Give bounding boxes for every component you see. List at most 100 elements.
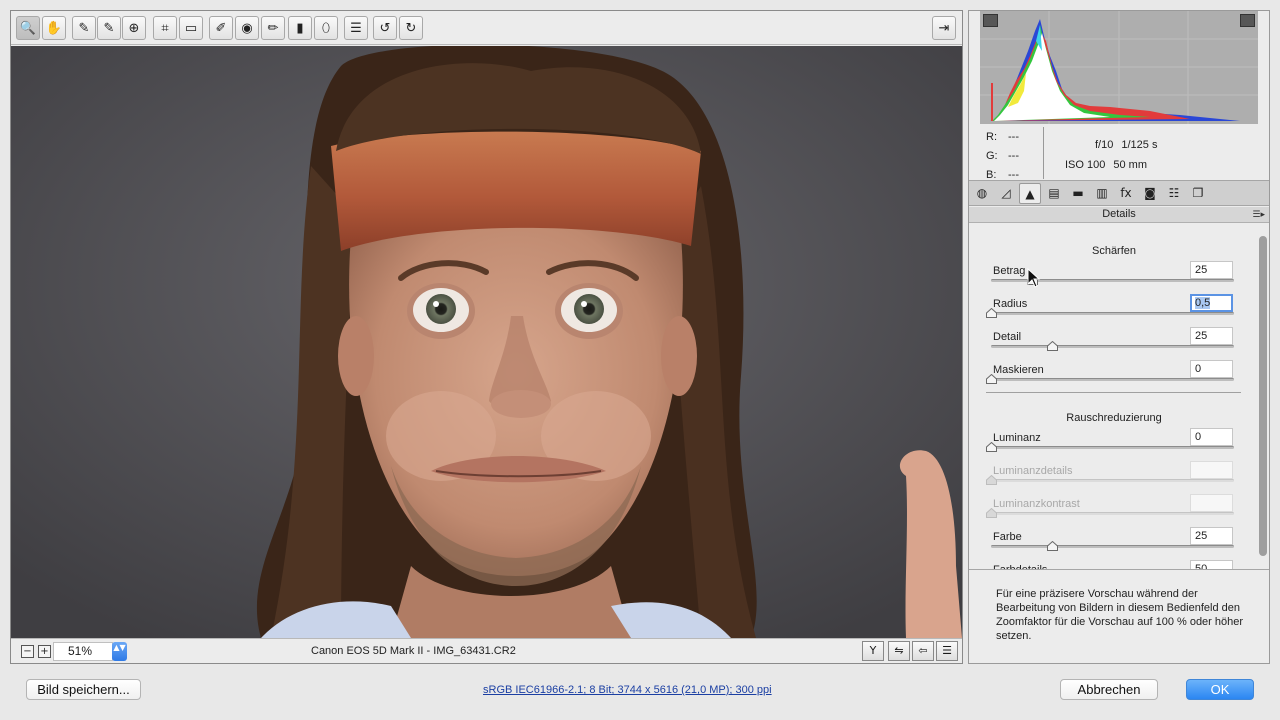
straighten-tool-icon[interactable]: ▭ [179,16,203,40]
rotate-right-icon[interactable]: ↻ [399,16,423,40]
crop-tool-icon[interactable]: ⌗ [153,16,177,40]
color-sampler-tool-icon[interactable]: ✎ [97,16,121,40]
lens-corrections-tab-icon[interactable]: ▥ [1091,183,1113,204]
red-eye-removal-tool-icon[interactable]: ◉ [235,16,259,40]
zoom-out-button[interactable]: − [21,645,34,658]
farbdetails-value-field[interactable]: 50 [1190,560,1233,569]
effects-tab-icon[interactable]: fx [1115,183,1137,204]
camera-calibration-tab-icon[interactable]: ◙ [1139,183,1161,204]
ok-button[interactable]: OK [1186,679,1254,700]
panel-scrollbar[interactable] [1259,236,1267,566]
adjustment-panel: R: --- G: --- B: --- f/10 1/125 s ISO 100 50 … [968,10,1270,664]
spot-removal-tool-icon[interactable]: ✐ [209,16,233,40]
maskieren-value-field[interactable]: 0 [1190,360,1233,378]
detail-value-field[interactable]: 25 [1190,327,1233,345]
split-toning-tab-icon[interactable]: ▬ [1067,183,1089,204]
luminanzkontrast-slider-thumb [986,508,997,518]
shadow-clipping-warning[interactable] [983,14,998,27]
presets-tab-icon[interactable]: ☷ [1163,183,1185,204]
luminanz-slider[interactable] [986,442,1234,452]
zoom-stepper[interactable]: ▲▼ [112,642,127,661]
snapshots-tab-icon[interactable]: ❐ [1187,183,1209,204]
maskieren-label: Maskieren [993,364,1044,376]
adjustment-brush-icon[interactable]: ✏ [261,16,285,40]
focal-length: 50 mm [1113,159,1147,171]
radius-slider-thumb[interactable] [986,308,997,318]
radius-value-field[interactable]: 0,5 [1190,294,1233,312]
cancel-button[interactable]: Abbrechen [1060,679,1158,700]
luminanzdetails-value-field [1190,461,1233,479]
graduated-filter-icon[interactable]: ▮ [288,16,312,40]
betrag-label: Betrag [993,265,1026,277]
highlight-clipping-warning[interactable] [1240,14,1255,27]
histogram [980,11,1258,124]
detail-tab-icon[interactable]: ▲ [1019,183,1041,204]
farbe-value-field[interactable]: 25 [1190,527,1233,545]
luminanz-slider-thumb[interactable] [986,442,997,452]
basic-tab-icon[interactable]: ◍ [971,183,993,204]
radius-slider[interactable] [986,308,1234,318]
swap-settings-icon[interactable]: ⇦ [912,641,934,661]
info-divider [1043,127,1044,179]
status-bar: − + 51% ▲▼ Canon EOS 5D Mark II - IMG_63… [11,638,962,663]
panel-tab-bar: ◍ ◿ ▲ ▤ ▬ ▥ fx ◙ ☷ ❐ [969,180,1269,206]
section-title: Rauschreduzierung [1066,412,1162,424]
filmstrip-toggle-icon[interactable]: Y [862,641,884,661]
target-adjustment-tool-icon[interactable]: ⊕ [122,16,146,40]
maskieren-slider[interactable] [986,374,1234,384]
panel-scroll-thumb[interactable] [1259,236,1267,556]
radius-label: Radius [993,298,1028,310]
luminanz-label: Luminanz [993,432,1041,444]
iso: ISO 100 [1065,159,1106,171]
zoom-hint-text: Für eine präzisere Vorschau während der … [996,588,1244,642]
image-pane: 🔍 ✋ ✎ ✎ ⊕ ⌗ ▭ ✐ ◉ ✏ ▮ ⬯ ☰ ↺ ↻ ⇥ − + 51% … [10,10,963,664]
image-title: Canon EOS 5D Mark II - IMG_63431.CR2 [311,645,516,657]
tool-bar: 🔍 ✋ ✎ ✎ ⊕ ⌗ ▭ ✐ ◉ ✏ ▮ ⬯ ☰ ↺ ↻ ⇥ [11,11,962,45]
luminanzdetails-label: Luminanzdetails [993,465,1073,477]
preferences-icon[interactable]: ☰ [344,16,368,40]
farbe-label: Farbe [993,531,1022,543]
dialog-footer: Bild speichern... sRGB IEC61966-2.1; 8 B… [0,664,1280,720]
detail-slider[interactable] [991,341,1234,351]
maskieren-slider-thumb[interactable] [986,374,997,384]
tone-curve-tab-icon[interactable]: ◿ [995,183,1017,204]
zoom-in-button[interactable]: + [38,645,51,658]
shutter-speed: 1/125 s [1121,139,1158,151]
luminanzdetails-slider [986,475,1234,485]
luminanzkontrast-slider [986,508,1234,518]
detail-label: Detail [993,331,1022,343]
rotate-left-icon[interactable]: ↺ [373,16,397,40]
rgb-readout: R: --- G: --- B: --- [986,131,1019,181]
preview-preferences-icon[interactable]: ☰ [936,641,958,661]
workflow-options-link[interactable]: sRGB IEC61966-2.1; 8 Bit; 3744 x 5616 (2… [483,684,772,696]
image-preview[interactable] [11,46,962,638]
aperture: f/10 [1095,139,1114,151]
luminanzkontrast-value-field [1190,494,1233,512]
farbe-slider-thumb[interactable] [1046,541,1058,551]
luminanzkontrast-label: Luminanzkontrast [993,498,1080,510]
zoom-tool-icon[interactable]: 🔍 [16,16,40,40]
detail-slider-thumb[interactable] [1046,341,1058,351]
before-after-icon[interactable]: ⇋ [888,641,910,661]
section-divider [986,392,1241,393]
luminanz-value-field[interactable]: 0 [1190,428,1233,446]
exif-info: f/10 1/125 s ISO 100 50 mm [1065,135,1157,175]
details-panel-body: Schärfen Betrag 25 Radius 0,5 Detail 25 Maskier… [969,224,1269,569]
hand-tool-icon[interactable]: ✋ [42,16,66,40]
fullscreen-toggle-icon[interactable]: ⇥ [932,16,956,40]
panel-title: Details ☰▸ [969,207,1269,223]
betrag-value-field[interactable]: 25 [1190,261,1233,279]
farbe-slider[interactable] [991,541,1234,551]
hint-box: Für eine präzisere Vorschau während der … [969,569,1269,663]
section-title: Schärfen [1091,245,1137,257]
mouse-cursor-icon [1027,268,1041,288]
camera-raw-dialog: 🔍 ✋ ✎ ✎ ⊕ ⌗ ▭ ✐ ◉ ✏ ▮ ⬯ ☰ ↺ ↻ ⇥ − + 51% … [0,0,1280,720]
histogram-graph [980,11,1258,124]
hsl-tab-icon[interactable]: ▤ [1043,183,1065,204]
panel-menu-icon[interactable]: ☰▸ [1252,208,1265,223]
save-image-button[interactable]: Bild speichern... [26,679,141,700]
radial-filter-icon[interactable]: ⬯ [314,16,338,40]
white-balance-tool-icon[interactable]: ✎ [72,16,96,40]
zoom-level-field[interactable]: 51% [53,642,113,661]
portrait-photo [11,46,962,638]
